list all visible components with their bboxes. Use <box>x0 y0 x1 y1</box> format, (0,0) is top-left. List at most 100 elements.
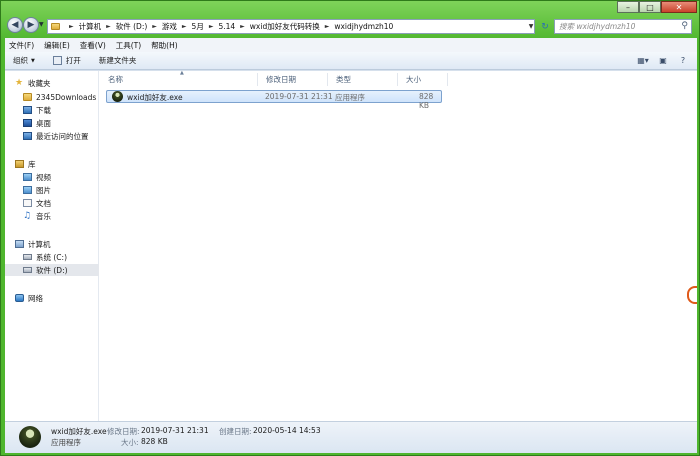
column-label: 名称 <box>108 75 123 84</box>
view-options-icon[interactable]: ▦▾ <box>637 55 649 66</box>
download-folder-icon <box>23 106 32 114</box>
new-folder-label: 新建文件夹 <box>98 56 137 65</box>
chevron-down-icon: ▼ <box>31 57 35 64</box>
forward-button[interactable]: ▶ <box>23 17 39 33</box>
search-input[interactable]: 搜索 wxidjhydmzh10 ⚲ <box>554 19 692 34</box>
nav-label: 图片 <box>36 185 51 195</box>
file-list: 名称 ▲ 修改日期 类型 大小 wxid加好友.exe 2019-07-31 2… <box>100 70 697 422</box>
column-label: 类型 <box>336 75 351 84</box>
new-folder-button[interactable]: 新建文件夹 <box>99 55 137 66</box>
back-button[interactable]: ◀ <box>7 17 23 33</box>
close-button[interactable]: ✕ <box>661 1 697 13</box>
view-controls: ▦▾ ▣ ? <box>637 55 689 66</box>
menu-file[interactable]: 文件(F) <box>9 40 34 51</box>
breadcrumb-5-14[interactable]: 5.14 ► <box>218 22 249 31</box>
crumb-sep[interactable]: ► <box>64 23 79 30</box>
breadcrumb-may[interactable]: 5月 ► <box>192 21 219 32</box>
exe-app-icon <box>19 426 41 448</box>
open-button[interactable]: 打开 <box>52 55 81 66</box>
help-icon[interactable]: ? <box>677 55 689 66</box>
nav-label: 视频 <box>36 172 51 182</box>
column-label: 大小 <box>406 75 421 84</box>
file-type: 应用程序 <box>335 93 365 102</box>
refresh-icon[interactable]: ↻ <box>539 19 551 34</box>
breadcrumb-current-folder[interactable]: wxidjhydmzh10 <box>334 22 393 31</box>
folder-icon <box>51 23 60 30</box>
column-header-size[interactable]: 大小 <box>398 73 448 86</box>
address-dropdown-icon[interactable]: ▼ <box>525 19 537 34</box>
column-header-modified[interactable]: 修改日期 <box>258 73 328 86</box>
details-modified-label: 修改日期: <box>107 427 140 436</box>
file-name: wxid加好友.exe <box>127 93 183 102</box>
menu-edit[interactable]: 编辑(E) <box>44 40 70 51</box>
nav-label: 收藏夹 <box>28 78 51 88</box>
menu-help[interactable]: 帮助(H) <box>151 40 178 51</box>
organize-button[interactable]: 组织 ▼ <box>13 55 35 66</box>
sort-ascending-icon: ▲ <box>180 70 184 76</box>
drive-icon <box>23 254 32 260</box>
navigation-pane: ★ 收藏夹 2345Downloads 下载 桌面 最近访问的位置 库 视频 图… <box>5 71 99 422</box>
window-controls: – □ ✕ <box>617 1 697 13</box>
command-bar: 组织 ▼ 打开 新建文件夹 ▦▾ ▣ ? <box>5 52 697 70</box>
preview-pane-icon[interactable]: ▣ <box>657 55 669 66</box>
recent-places-icon <box>23 132 32 140</box>
desktop-icon <box>23 119 32 127</box>
nav-favorites[interactable]: ★ 收藏夹 <box>15 77 109 89</box>
nav-label: 文档 <box>36 198 51 208</box>
open-label: 打开 <box>65 56 81 65</box>
nav-label: 下载 <box>36 105 51 115</box>
exe-app-icon <box>112 91 123 102</box>
network-icon <box>15 294 24 302</box>
floating-widget-handle[interactable] <box>687 286 697 304</box>
nav-label: 软件 (D:) <box>36 265 68 275</box>
nav-label: 桌面 <box>36 118 51 128</box>
nav-libraries[interactable]: 库 <box>15 158 109 170</box>
minimize-button[interactable]: – <box>617 1 639 13</box>
details-type: 应用程序 <box>51 438 81 447</box>
maximize-button[interactable]: □ <box>639 1 661 13</box>
breadcrumb-games[interactable]: 游戏 ► <box>162 21 192 32</box>
menu-view[interactable]: 查看(V) <box>80 40 106 51</box>
picture-icon <box>23 186 32 194</box>
open-icon <box>52 56 62 65</box>
details-created-label: 创建日期: <box>219 427 252 436</box>
explorer-window: ◀ ▶ ▼ ► 计算机 ► 软件 (D:) ► 游戏 ► 5月 ► 5.14 ► wxid… <box>0 0 700 456</box>
details-size: 828 KB <box>141 437 168 446</box>
nav-label: 库 <box>28 159 36 169</box>
column-header-name[interactable]: 名称 ▲ <box>100 70 258 86</box>
details-created: 2020-05-14 14:53 <box>253 426 321 435</box>
organize-label: 组织 <box>13 56 28 65</box>
address-row: ◀ ▶ ▼ ► 计算机 ► 软件 (D:) ► 游戏 ► 5月 ► 5.14 ► wxid… <box>1 1 700 38</box>
breadcrumb-wxid-convert[interactable]: wxid加好友代码转换 ► <box>250 21 335 32</box>
nav-item-drive-d[interactable]: 软件 (D:) <box>5 264 99 276</box>
nav-label: 最近访问的位置 <box>36 131 89 141</box>
search-icon: ⚲ <box>681 21 688 31</box>
nav-label: 计算机 <box>28 239 51 249</box>
nav-label: 音乐 <box>36 211 51 221</box>
recent-pages-dropdown[interactable]: ▼ <box>39 21 44 28</box>
file-row[interactable]: wxid加好友.exe 2019-07-31 21:31 应用程序 828 KB <box>106 90 442 110</box>
nav-computer[interactable]: 计算机 <box>15 238 109 250</box>
menu-tools[interactable]: 工具(T) <box>116 40 141 51</box>
folder-icon <box>23 93 32 101</box>
details-size-label: 大小: <box>121 438 139 447</box>
document-icon <box>23 199 32 207</box>
nav-label: 2345Downloads <box>36 92 97 102</box>
column-label: 修改日期 <box>266 75 296 84</box>
star-icon: ★ <box>15 78 24 88</box>
nav-network[interactable]: 网络 <box>15 292 109 304</box>
details-modified: 2019-07-31 21:31 <box>141 426 209 435</box>
main-content: ★ 收藏夹 2345Downloads 下载 桌面 最近访问的位置 库 视频 图… <box>5 70 697 422</box>
details-filename: wxid加好友.exe <box>51 427 107 436</box>
nav-label: 系统 (C:) <box>36 252 67 262</box>
column-header-type[interactable]: 类型 <box>328 73 398 86</box>
nav-label: 网络 <box>28 293 43 303</box>
file-modified: 2019-07-31 21:31 <box>265 92 333 101</box>
library-icon <box>15 160 24 168</box>
address-bar[interactable]: ► 计算机 ► 软件 (D:) ► 游戏 ► 5月 ► 5.14 ► wxid加好友代码转… <box>47 19 535 34</box>
menu-bar: 文件(F) 编辑(E) 查看(V) 工具(T) 帮助(H) <box>5 38 697 52</box>
breadcrumb-computer[interactable]: 计算机 ► <box>79 21 116 32</box>
breadcrumb-drive-d[interactable]: 软件 (D:) ► <box>116 21 162 32</box>
file-size: 828 KB <box>419 92 434 110</box>
music-icon: ♫ <box>23 211 32 221</box>
